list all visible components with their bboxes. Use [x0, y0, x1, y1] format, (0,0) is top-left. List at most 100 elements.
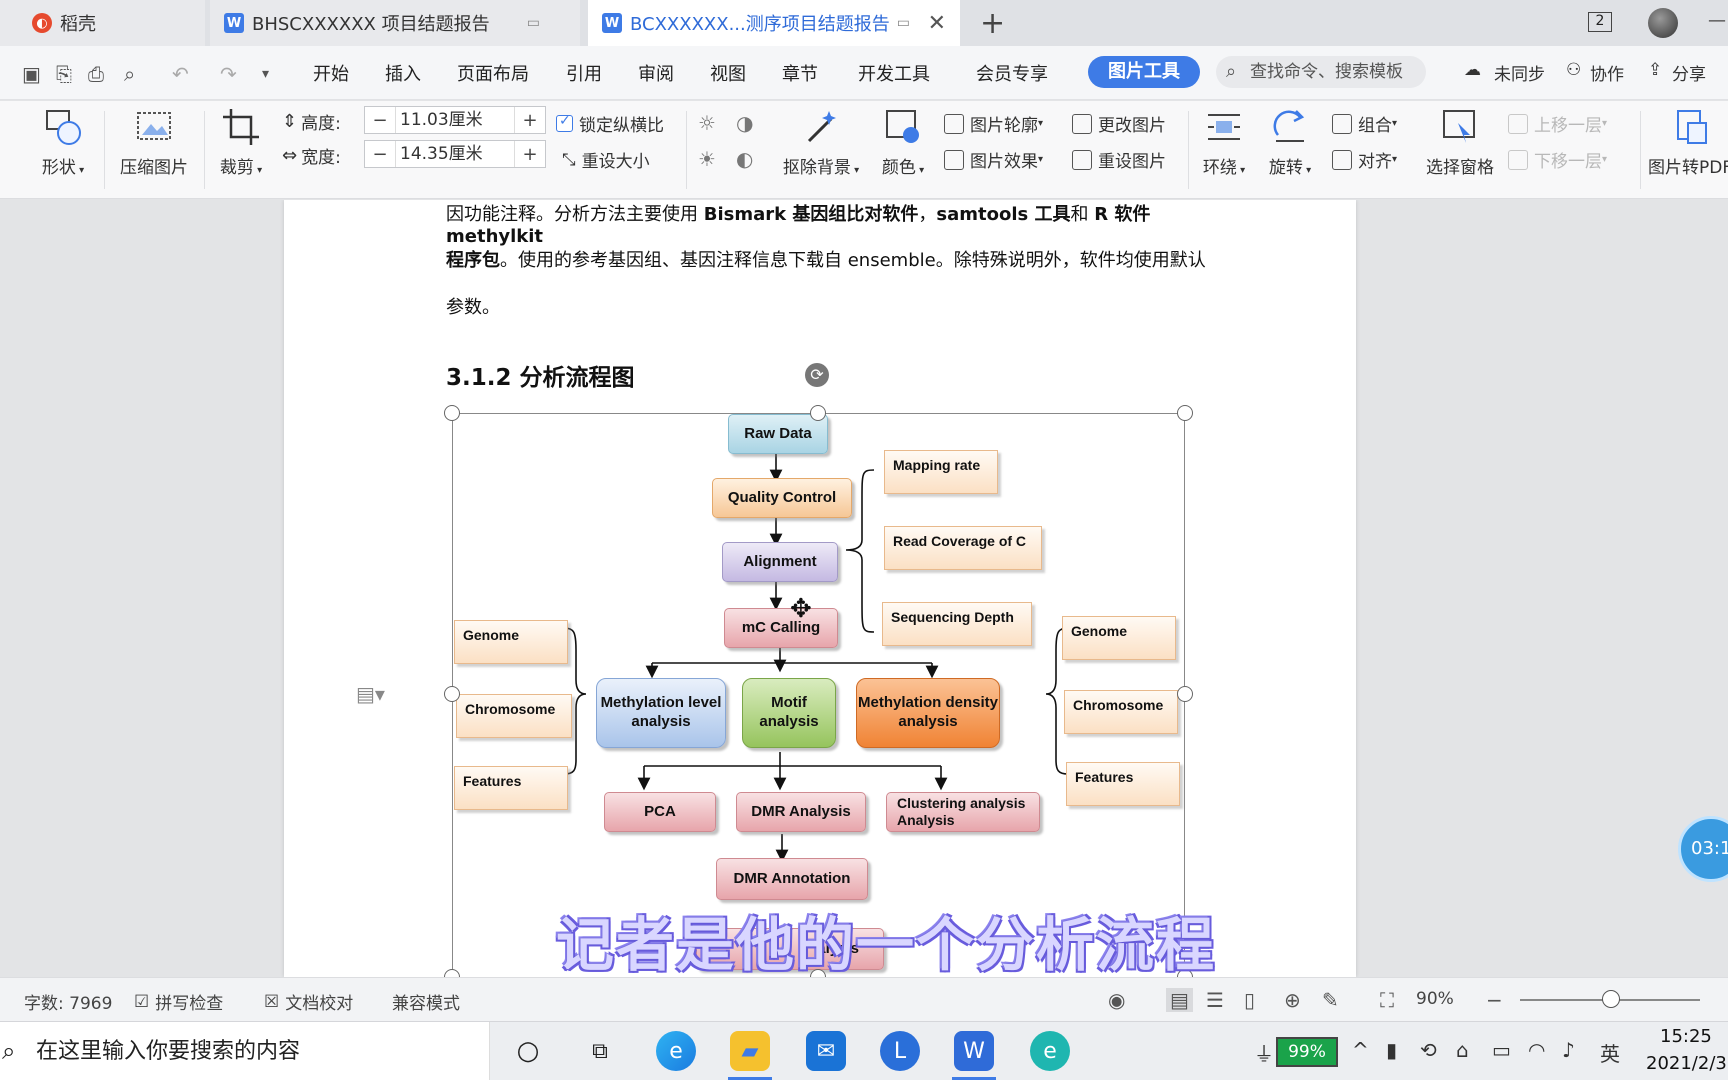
outline-view-icon[interactable]: ☰: [1206, 988, 1224, 1012]
menu-review[interactable]: 审阅: [638, 60, 674, 86]
eye-protection-icon[interactable]: ◉: [1108, 988, 1125, 1012]
minimize-icon[interactable]: —: [1708, 10, 1726, 31]
browser-e-icon[interactable]: e: [1030, 1031, 1070, 1071]
command-search-input[interactable]: ⌕ 查找命令、搜索模板: [1216, 56, 1426, 88]
close-tab-icon[interactable]: ✕: [928, 11, 946, 36]
battery-status-icon[interactable]: ▭: [1492, 1038, 1511, 1062]
avatar[interactable]: [1648, 8, 1678, 38]
contrast-up-icon[interactable]: ◑: [736, 111, 753, 135]
change-picture-button[interactable]: 更改图片: [1072, 111, 1166, 136]
format-painter-icon[interactable]: ⎘: [56, 62, 72, 86]
resize-handle-ne[interactable]: [1177, 405, 1193, 421]
section-heading[interactable]: 3.1.2 分析流程图: [446, 358, 635, 392]
height-increment[interactable]: +: [515, 110, 545, 131]
tab-bc-report-active[interactable]: W BCXXXXXX...测序项目结题报告 ▭ ✕: [588, 0, 960, 46]
resize-handle-e[interactable]: [1177, 686, 1193, 702]
resize-handle-n[interactable]: [810, 405, 826, 421]
save-icon[interactable]: ▣: [22, 62, 41, 86]
doc-proof-button[interactable]: ☒ 文档校对: [264, 989, 353, 1015]
align-button[interactable]: 对齐 ▾: [1332, 147, 1397, 172]
menu-page-layout[interactable]: 页面布局: [457, 60, 529, 86]
ime-indicator[interactable]: 英: [1600, 1038, 1620, 1067]
bring-forward-button[interactable]: 上移一层 ▾: [1508, 111, 1607, 136]
window-count-badge[interactable]: 2: [1588, 12, 1612, 32]
print-icon[interactable]: ⎙: [88, 62, 104, 86]
menu-references[interactable]: 引用: [566, 60, 602, 86]
menu-start[interactable]: 开始: [313, 60, 349, 86]
more-dropdown-icon[interactable]: ▾: [262, 66, 269, 82]
redo-icon[interactable]: ↷: [220, 62, 237, 86]
document-canvas[interactable]: 因功能注释。分析方法主要使用 Bismark 基因组比对软件，samtools …: [0, 200, 1728, 977]
resize-handle-w[interactable]: [444, 686, 460, 702]
body-text-line[interactable]: 因功能注释。分析方法主要使用 Bismark 基因组比对软件，samtools …: [446, 200, 1206, 247]
picture-effects-button[interactable]: 图片效果 ▾: [944, 147, 1043, 172]
mail-icon[interactable]: ✉: [806, 1031, 846, 1071]
zoom-level[interactable]: 90%: [1416, 989, 1454, 1009]
height-field[interactable]: − 11.03厘米 +: [364, 106, 546, 134]
zoom-slider-thumb[interactable]: [1602, 990, 1620, 1008]
menu-view[interactable]: 视图: [710, 60, 746, 86]
compress-picture-button[interactable]: 压缩图片: [116, 107, 192, 178]
new-tab-button[interactable]: +: [980, 6, 1005, 41]
body-text-line[interactable]: 参数。: [446, 293, 1206, 319]
cortana-icon[interactable]: ○: [508, 1031, 548, 1071]
width-decrement[interactable]: −: [365, 144, 395, 165]
rotate-handle-icon[interactable]: ⟳: [805, 363, 829, 387]
l-app-icon[interactable]: L: [880, 1031, 920, 1071]
reset-picture-button[interactable]: 重设图片: [1072, 147, 1166, 172]
taskbar-search-input[interactable]: ⌕ 在这里输入你要搜索的内容: [0, 1022, 490, 1080]
menu-chapter[interactable]: 章节: [782, 60, 818, 86]
volume-icon[interactable]: ♪: [1562, 1038, 1575, 1062]
height-decrement[interactable]: −: [365, 110, 395, 131]
tray-app-icon[interactable]: ⌂: [1456, 1038, 1469, 1062]
picture-outline-button[interactable]: 图片轮廓 ▾: [944, 111, 1043, 136]
monitor-icon[interactable]: ▭: [527, 15, 540, 31]
height-value[interactable]: 11.03厘米: [395, 107, 515, 133]
body-text-line[interactable]: 程序包。使用的参考基因组、基因注释信息下载自 ensemble。除特殊说明外，软…: [446, 246, 1206, 272]
undo-icon[interactable]: ↶: [172, 62, 189, 86]
sync-icon[interactable]: ⟲: [1420, 1038, 1437, 1062]
menu-picture-tools[interactable]: 图片工具: [1088, 56, 1200, 88]
image-selection-frame[interactable]: [452, 413, 1185, 977]
menu-member[interactable]: 会员专享: [976, 60, 1048, 86]
unsynced-label[interactable]: 未同步: [1494, 60, 1545, 85]
width-value[interactable]: 14.35厘米: [395, 141, 515, 167]
clock-date[interactable]: 2021/2/3: [1646, 1053, 1727, 1074]
remove-background-button[interactable]: 抠除背景 ▾: [776, 107, 866, 178]
width-increment[interactable]: +: [515, 144, 545, 165]
width-field[interactable]: − 14.35厘米 +: [364, 140, 546, 168]
monitor-icon[interactable]: ▭: [897, 15, 910, 31]
resize-handle-nw[interactable]: [444, 405, 460, 421]
rotate-button[interactable]: 旋转 ▾: [1262, 107, 1318, 178]
microphone-icon[interactable]: ▮: [1386, 1038, 1397, 1062]
picture-to-pdf-button[interactable]: 图片转PDF: [1648, 107, 1728, 178]
share-button[interactable]: 分享: [1672, 60, 1706, 85]
zoom-out-icon[interactable]: −: [1486, 988, 1503, 1012]
write-view-icon[interactable]: ✎: [1322, 988, 1339, 1012]
print-preview-icon[interactable]: ⌕: [124, 62, 135, 86]
page-view-icon[interactable]: ▤: [1166, 988, 1193, 1012]
task-view-icon[interactable]: ⧉: [580, 1031, 620, 1071]
edge-browser-icon[interactable]: e: [656, 1031, 696, 1071]
contrast-down-icon[interactable]: ◐: [736, 147, 753, 171]
document-page[interactable]: 因功能注释。分析方法主要使用 Bismark 基因组比对软件，samtools …: [284, 200, 1356, 977]
paragraph-options-icon[interactable]: ▤▾: [356, 682, 385, 706]
tab-daoke[interactable]: ◐ 稻壳: [0, 0, 205, 46]
send-backward-button[interactable]: 下移一层 ▾: [1508, 147, 1607, 172]
tab-bhsc-report[interactable]: W BHSCXXXXXX 项目结题报告 ▭: [210, 0, 580, 46]
shape-button[interactable]: 形状 ▾: [34, 107, 92, 178]
wifi-icon[interactable]: ◠: [1528, 1038, 1545, 1062]
menu-developer[interactable]: 开发工具: [858, 60, 930, 86]
color-button[interactable]: 颜色 ▾: [876, 107, 930, 178]
lock-ratio-checkbox[interactable]: 锁定纵横比: [556, 111, 664, 136]
fit-page-icon[interactable]: ⛶: [1380, 988, 1394, 1012]
brightness-up-icon[interactable]: ☼: [698, 111, 716, 135]
menu-insert[interactable]: 插入: [385, 60, 421, 86]
reading-view-icon[interactable]: ▯: [1244, 988, 1255, 1012]
group-button[interactable]: 组合 ▾: [1332, 111, 1397, 136]
crop-button[interactable]: 裁剪 ▾: [216, 107, 266, 178]
wrap-button[interactable]: 环绕 ▾: [1196, 107, 1252, 178]
selection-pane-button[interactable]: 选择窗格: [1422, 107, 1498, 178]
clock-time[interactable]: 15:25: [1660, 1026, 1712, 1047]
spell-check-button[interactable]: ☑ 拼写检查: [134, 989, 223, 1015]
